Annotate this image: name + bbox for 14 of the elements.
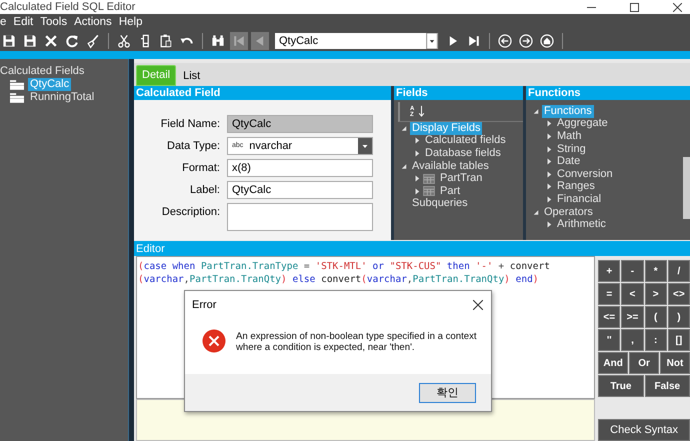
window-title: Calculated Field SQL Editor [0,0,136,14]
panel-header: Fields [394,86,523,100]
field-label: Format: [181,161,221,176]
code-line: (varchar,PartTran.TranQty) else convert(varchar,PartTran.TranQty) end) [138,273,540,286]
field-label: Data Type: [166,139,221,154]
panel-header: Calculated Field [134,86,391,100]
field-label: Label: [189,183,221,198]
dialog-title: Error [192,299,216,311]
field-label: Field Name: [160,117,221,132]
panel-header: Editor [134,243,690,256]
code-line: (case when PartTran.TranType = 'STK-MTL' or "STK-CUS" then '-' + convert [138,260,551,273]
panel-header: Functions [526,86,690,100]
error-message: An expression of non-boolean type specified in a context where a condition is expected, near 'then'. [236,330,478,353]
field-label: Description: [160,205,221,220]
